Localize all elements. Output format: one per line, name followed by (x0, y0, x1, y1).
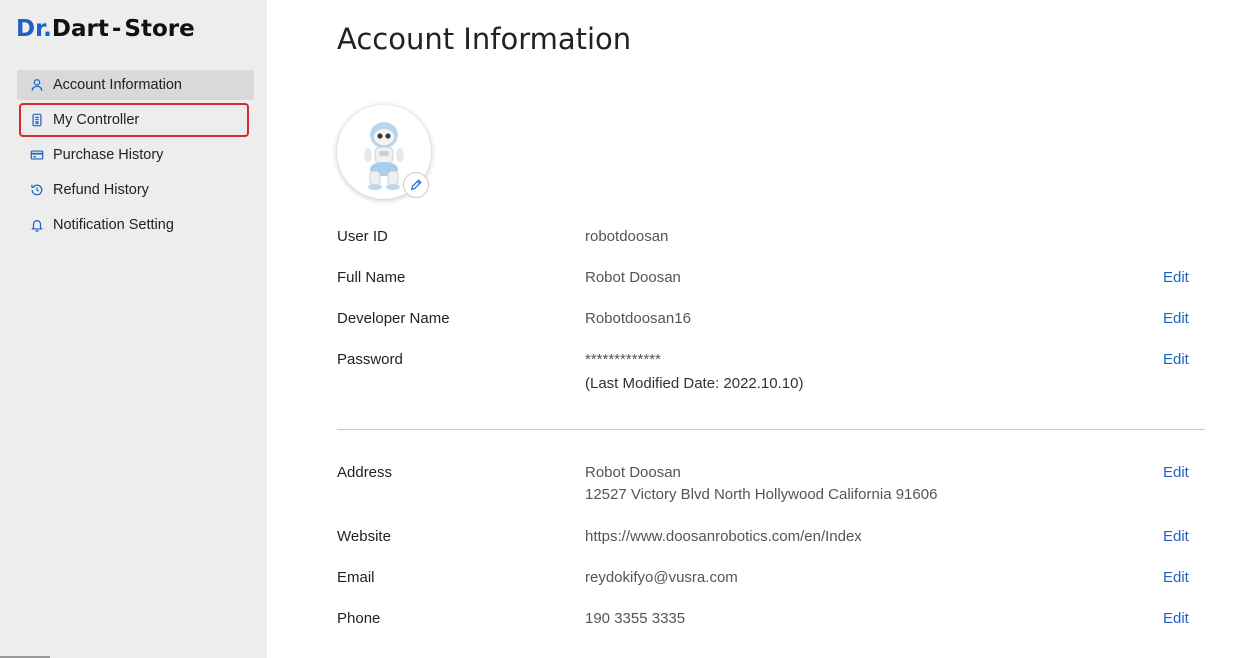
main-content: Account Information User ID robotdoosan … (337, 0, 1205, 658)
edit-email-link[interactable]: Edit (1163, 567, 1189, 589)
logo-dr: Dr. (16, 16, 52, 42)
field-label: Website (337, 528, 391, 545)
password-value: ************* (585, 351, 661, 368)
field-label: User ID (337, 228, 388, 245)
sidebar-item-label: Account Information (53, 77, 182, 93)
sidebar: Dr.Dart - Store Account Information My Con… (0, 0, 267, 658)
address-line1: Robot Doosan (585, 464, 681, 481)
pencil-icon (410, 179, 422, 191)
phone-value: 190 3355 3335 (585, 610, 686, 627)
section-divider (337, 429, 1205, 430)
user-id-value: robotdoosan (585, 228, 669, 245)
sidebar-item-refund-history[interactable]: Refund History (17, 175, 254, 205)
sidebar-item-purchase-history[interactable]: Purchase History (17, 140, 254, 170)
email-value: reydokifyo@vusra.com (585, 569, 738, 586)
address-line2: 12527 Victory Blvd North Hollywood Calif… (585, 486, 938, 503)
field-label: Developer Name (337, 310, 450, 327)
full-name-value: Robot Doosan (585, 269, 681, 286)
field-label: Password (337, 351, 403, 368)
sidebar-item-account-information[interactable]: Account Information (17, 70, 254, 100)
field-label: Address (337, 464, 393, 481)
profile-avatar[interactable] (337, 105, 431, 199)
bell-icon (29, 217, 45, 233)
developer-name-value: Robotdoosan16 (585, 310, 691, 327)
logo-dart: Dart (51, 16, 109, 42)
logo-store: Store (124, 16, 195, 42)
refund-icon (29, 182, 45, 198)
page-title: Account Information (337, 22, 632, 56)
sidebar-item-label: Notification Setting (53, 217, 174, 233)
edit-address-link[interactable]: Edit (1163, 462, 1189, 484)
sidebar-item-label: My Controller (53, 112, 140, 128)
avatar-edit-button[interactable] (403, 172, 429, 198)
sidebar-item-my-controller[interactable]: My Controller (19, 103, 249, 137)
edit-password-link[interactable]: Edit (1163, 349, 1189, 371)
edit-phone-link[interactable]: Edit (1163, 608, 1189, 630)
password-modified-date: (Last Modified Date: 2022.10.10) (585, 375, 804, 392)
field-label: Phone (337, 610, 381, 627)
user-icon (29, 77, 45, 93)
card-icon (29, 147, 45, 163)
website-value: https://www.doosanrobotics.com/en/Index (585, 528, 862, 545)
logo-separator: - (111, 16, 122, 42)
store-logo[interactable]: Dr.Dart - Store (16, 16, 195, 42)
sidebar-item-label: Refund History (53, 182, 149, 198)
edit-full-name-link[interactable]: Edit (1163, 267, 1189, 289)
edit-website-link[interactable]: Edit (1163, 526, 1189, 548)
sidebar-nav: Account Information My Controller Purcha… (17, 70, 254, 245)
field-label: Email (337, 569, 375, 586)
sidebar-item-notification-setting[interactable]: Notification Setting (17, 210, 254, 240)
field-label: Full Name (337, 269, 406, 286)
controller-icon (29, 112, 45, 128)
edit-developer-name-link[interactable]: Edit (1163, 308, 1189, 330)
sidebar-item-label: Purchase History (53, 147, 164, 163)
